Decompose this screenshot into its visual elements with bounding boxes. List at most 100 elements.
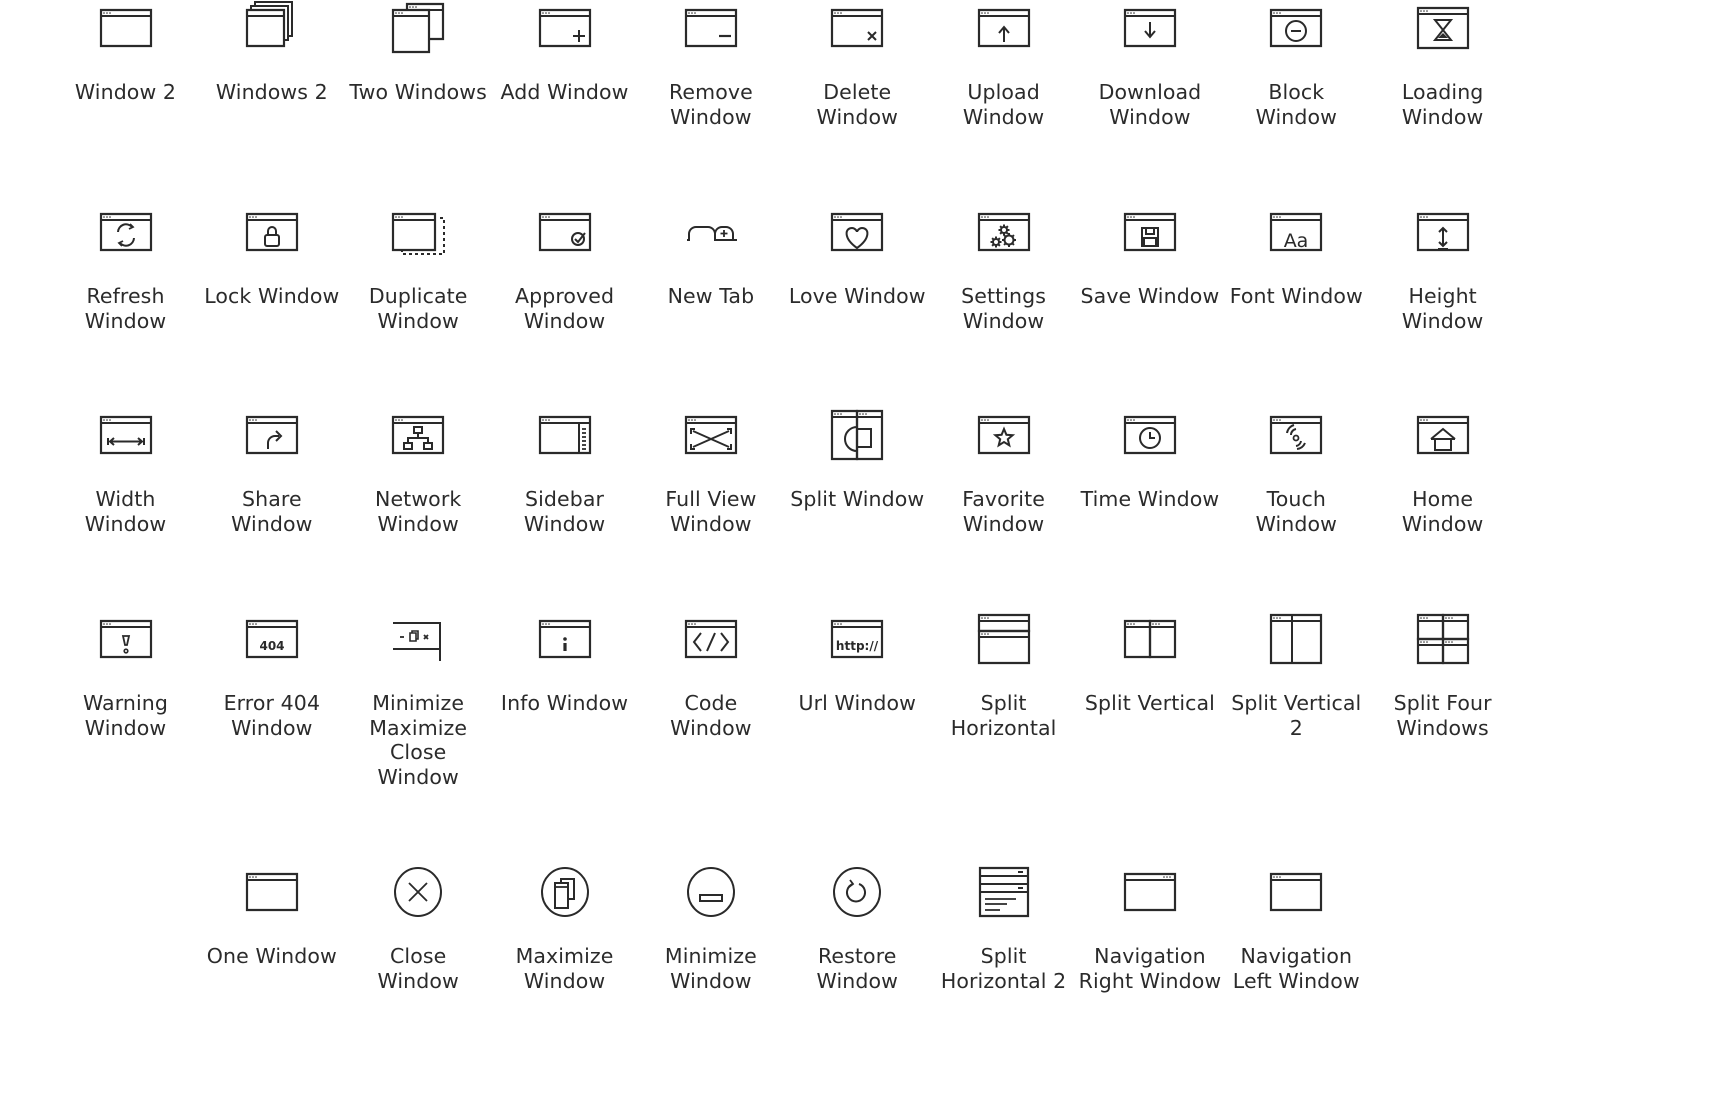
icon-tile-two-windows[interactable]: Two Windows xyxy=(345,0,491,104)
svg-text:Aa: Aa xyxy=(1284,230,1309,252)
icon-tile-split-vertical-2[interactable]: Split Vertical 2 xyxy=(1223,611,1369,740)
window-2-icon xyxy=(96,0,156,56)
error-404-window-icon: 404 xyxy=(242,611,302,667)
icon-tile-font-window[interactable]: Aa Font Window xyxy=(1223,204,1369,308)
icon-label: Close Window xyxy=(377,944,459,993)
two-windows-icon xyxy=(388,0,448,56)
icon-label: Duplicate Window xyxy=(368,284,468,333)
navigation-right-window-icon xyxy=(1120,864,1180,920)
icon-tile-minimize-maximize-close-window[interactable]: Minimize Maximize Close Window xyxy=(345,611,491,789)
font-window-icon: Aa xyxy=(1266,204,1326,252)
icon-tile-share-window[interactable]: Share Window xyxy=(199,407,345,536)
icon-label: Split Vertical 2 xyxy=(1231,691,1362,740)
icon-tile-maximize-window[interactable]: Maximize Window xyxy=(492,864,638,993)
icon-tile-new-tab[interactable]: New Tab xyxy=(638,204,784,308)
icon-label: Upload Window xyxy=(962,80,1045,129)
minimize-maximize-close-window-icon xyxy=(388,611,448,667)
icon-tile-split-vertical[interactable]: Split Vertical xyxy=(1077,611,1223,715)
icon-label: Code Window xyxy=(670,691,752,740)
split-window-icon xyxy=(827,407,887,463)
icon-label: Split Four Windows xyxy=(1393,691,1492,740)
icon-tile-loading-window[interactable]: Loading Window xyxy=(1370,0,1516,129)
icon-tile-upload-window[interactable]: Upload Window xyxy=(931,0,1077,129)
icon-tile-close-window[interactable]: Close Window xyxy=(345,864,491,993)
icon-label: Settings Window xyxy=(961,284,1047,333)
icon-tile-refresh-window[interactable]: Refresh Window xyxy=(53,204,199,333)
icon-tile-error-404-window[interactable]: 404 Error 404 Window xyxy=(199,611,345,740)
icon-tile-full-view-window[interactable]: Full View Window xyxy=(638,407,784,536)
remove-window-icon xyxy=(681,0,741,56)
icon-tile-save-window[interactable]: Save Window xyxy=(1077,204,1223,308)
new-tab-icon xyxy=(681,204,741,260)
loading-window-icon xyxy=(1413,0,1473,56)
split-four-windows-icon xyxy=(1413,611,1473,667)
touch-window-icon xyxy=(1266,407,1326,463)
icon-label: Maximize Window xyxy=(515,944,614,993)
maximize-window-icon xyxy=(535,864,595,920)
icon-tile-minimize-window[interactable]: Minimize Window xyxy=(638,864,784,993)
network-window-icon xyxy=(388,407,448,463)
icon-tile-delete-window[interactable]: Delete Window xyxy=(784,0,930,129)
windows-2-icon xyxy=(242,0,302,56)
icon-tile-warning-window[interactable]: Warning Window xyxy=(53,611,199,740)
code-window-icon xyxy=(681,611,741,667)
icon-tile-split-horizontal-2[interactable]: Split Horizontal 2 xyxy=(931,864,1077,993)
icon-label: Share Window xyxy=(231,487,313,536)
icon-tile-duplicate-window[interactable]: Duplicate Window xyxy=(345,204,491,333)
icon-tile-split-window[interactable]: Split Window xyxy=(784,407,930,511)
icon-tile-home-window[interactable]: Home Window xyxy=(1370,407,1516,536)
icon-label: Split Window xyxy=(790,487,925,511)
icon-label: Remove Window xyxy=(668,80,753,129)
upload-window-icon xyxy=(974,0,1034,56)
minimize-window-icon xyxy=(681,864,741,920)
sidebar-window-icon xyxy=(535,407,595,463)
icon-tile-width-window[interactable]: Width Window xyxy=(53,407,199,536)
icon-tile-height-window[interactable]: Height Window xyxy=(1370,204,1516,333)
icon-label: Love Window xyxy=(788,284,926,308)
icon-tile-block-window[interactable]: Block Window xyxy=(1223,0,1369,129)
icon-tile-restore-window[interactable]: Restore Window xyxy=(784,864,930,993)
icon-tile-love-window[interactable]: Love Window xyxy=(784,204,930,308)
icon-tile-sidebar-window[interactable]: Sidebar Window xyxy=(492,407,638,536)
icon-tile-url-window[interactable]: http:// Url Window xyxy=(784,611,930,715)
home-window-icon xyxy=(1413,407,1473,463)
icon-label: Home Window xyxy=(1401,487,1484,536)
icon-tile-remove-window[interactable]: Remove Window xyxy=(638,0,784,129)
icon-tile-navigation-left-window[interactable]: Navigation Left Window xyxy=(1223,864,1369,993)
icon-tile-network-window[interactable]: Network Window xyxy=(345,407,491,536)
save-window-icon xyxy=(1120,204,1180,260)
icon-tile-settings-window[interactable]: Settings Window xyxy=(931,204,1077,333)
icon-label: Minimize Window xyxy=(664,944,757,993)
icon-tile-download-window[interactable]: Download Window xyxy=(1077,0,1223,129)
icon-tile-windows-2[interactable]: Windows 2 xyxy=(199,0,345,104)
icon-tile-window-2[interactable]: Window 2 xyxy=(53,0,199,104)
icon-tile-code-window[interactable]: Code Window xyxy=(638,611,784,740)
icon-tile-time-window[interactable]: Time Window xyxy=(1077,407,1223,511)
restore-window-icon xyxy=(827,864,887,920)
icon-tile-add-window[interactable]: Add Window xyxy=(492,0,638,104)
icon-tile-split-four-windows[interactable]: Split Four Windows xyxy=(1370,611,1516,740)
settings-window-icon xyxy=(974,204,1034,260)
icon-tile-info-window[interactable]: Info Window xyxy=(492,611,638,715)
height-window-icon xyxy=(1413,204,1473,260)
url-window-icon: http:// xyxy=(827,611,887,667)
icon-tile-approved-window[interactable]: Approved Window xyxy=(492,204,638,333)
icon-tile-favorite-window[interactable]: Favorite Window xyxy=(931,407,1077,536)
split-vertical-icon xyxy=(1120,611,1180,667)
icon-label: Favorite Window xyxy=(962,487,1045,536)
icon-label: Minimize Maximize Close Window xyxy=(369,691,468,789)
icon-label: Add Window xyxy=(500,80,629,104)
icon-tile-one-window[interactable]: One Window xyxy=(199,864,345,968)
icon-label: Split Vertical xyxy=(1084,691,1215,715)
icon-label: Save Window xyxy=(1080,284,1220,308)
icon-tile-navigation-right-window[interactable]: Navigation Right Window xyxy=(1077,864,1223,993)
split-horizontal-2-icon xyxy=(974,864,1034,920)
icon-tile-lock-window[interactable]: Lock Window xyxy=(199,204,345,308)
icon-tile-split-horizontal[interactable]: Split Horizontal xyxy=(931,611,1077,740)
icon-label: Approved Window xyxy=(514,284,615,333)
icon-label: Block Window xyxy=(1255,80,1338,129)
icon-label: Font Window xyxy=(1229,284,1363,308)
icon-tile-touch-window[interactable]: Touch Window xyxy=(1223,407,1369,536)
icon-label: Network Window xyxy=(375,487,462,536)
delete-window-icon xyxy=(827,0,887,56)
